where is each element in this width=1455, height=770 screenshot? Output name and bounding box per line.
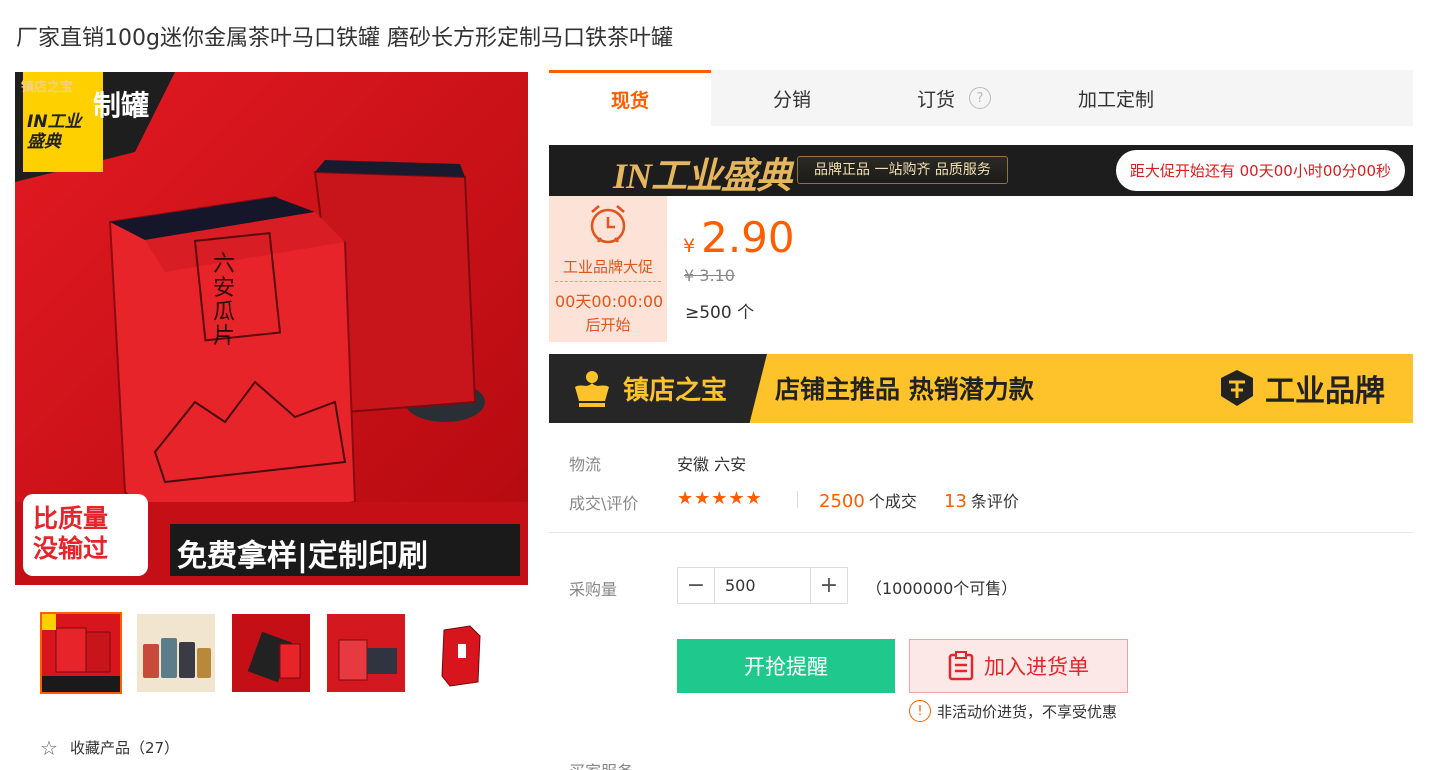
crown-icon	[575, 370, 609, 407]
tab-label: 加工定制	[1077, 88, 1154, 111]
promo-countdown: 距大促开始还有 00天00小时00分00秒	[1115, 150, 1405, 191]
industry-brand: 工业品牌	[1217, 366, 1385, 410]
alarm-clock-icon	[549, 200, 667, 252]
star-outline-icon: ☆	[40, 735, 58, 760]
store-tag-label: 镇店之宝	[21, 80, 74, 95]
thumbnail-image	[137, 614, 215, 692]
thumbnail-image	[327, 614, 405, 692]
corner-label: 制罐	[93, 89, 150, 122]
thumbnail-4[interactable]	[325, 612, 407, 694]
tab-label: 分销	[772, 88, 811, 111]
thumbnail-list	[40, 612, 502, 694]
store-banner-left: 镇店之宝	[549, 354, 767, 423]
favorite-button[interactable]: ☆ 收藏产品（27）	[40, 737, 179, 758]
notice-text: 非活动价进货，不享受优惠	[937, 702, 1118, 721]
reviews-number: 13	[944, 491, 967, 512]
tab-distribution[interactable]: 分销	[711, 70, 873, 126]
tab-customize[interactable]: 加工定制	[1035, 70, 1197, 126]
tab-label: 订货	[916, 88, 955, 111]
decrease-button[interactable]: −	[678, 568, 714, 603]
quantity-label: 采购量	[569, 580, 618, 599]
deals-number: 2500	[819, 491, 865, 512]
bottom-slogan: 免费拿样|定制印刷	[177, 539, 428, 574]
can-label: 六安瓜片	[213, 251, 236, 348]
brand-label: 工业品牌	[1265, 374, 1385, 409]
warning-icon: !	[909, 700, 931, 722]
thumbnail-image	[42, 614, 120, 692]
price-notice: ! 非活动价进货，不享受优惠	[909, 700, 1117, 722]
remind-button[interactable]: 开抢提醒	[677, 639, 895, 693]
help-icon[interactable]: ?	[969, 87, 991, 109]
quantity-stepper: − +	[677, 567, 848, 604]
rating-stars: ★★★★★	[677, 488, 763, 509]
reviews-count[interactable]: 13 条评价	[944, 488, 1019, 512]
min-quantity: ≥500 个	[685, 303, 755, 323]
buyer-services-label: 买家服务	[569, 758, 633, 770]
increase-button[interactable]: +	[811, 568, 847, 603]
logistics-value: 安徽 六安	[677, 455, 747, 474]
store-banner[interactable]: 镇店之宝 店铺主推品 热销潜力款 工业品牌	[549, 354, 1413, 423]
product-title: 厂家直销100g迷你金属茶叶马口铁罐 磨砂长方形定制马口铁茶叶罐	[16, 26, 673, 51]
deals-suffix: 个成交	[868, 492, 917, 511]
tab-order[interactable]: 订货?	[873, 70, 1035, 126]
quality-badge-line2: 没输过	[33, 534, 109, 563]
currency-symbol: ¥	[683, 235, 696, 257]
badge-after: 后开始	[585, 316, 631, 334]
thumbnail-3[interactable]	[230, 612, 312, 694]
available-stock: （1000000个可售）	[866, 579, 1018, 598]
thumbnail-2[interactable]	[135, 612, 217, 694]
badge-timer: 00天00:00:00	[555, 281, 663, 312]
promo-banner[interactable]: IN工业盛典 品牌正品 一站购齐 品质服务 距大促开始还有 00天00小时00分…	[549, 145, 1413, 196]
thumbnail-1[interactable]	[40, 612, 122, 694]
thumbnail-image	[422, 614, 500, 692]
promo-price-badge: 工业品牌大促 00天00:00:00 后开始	[549, 196, 667, 342]
tab-label: 现货	[610, 90, 649, 112]
add-to-cart-button[interactable]: 加入进货单	[909, 639, 1128, 693]
current-price: ¥ 2.90	[683, 213, 795, 262]
promo-slogan: 品牌正品 一站购齐 品质服务	[797, 156, 1008, 184]
store-name: 镇店之宝	[623, 376, 728, 406]
favorite-label: 收藏产品（27）	[69, 739, 180, 757]
brand-shield-icon	[1221, 370, 1253, 406]
promo-logo: IN工业盛典	[613, 156, 792, 196]
deals-count[interactable]: 2500 个成交	[819, 488, 917, 512]
tab-spot[interactable]: 现货	[549, 70, 711, 126]
section-divider	[549, 532, 1413, 533]
logistics-label: 物流	[569, 455, 602, 474]
quality-badge: 比质量 没输过	[33, 504, 108, 564]
badge-title: 工业品牌大促	[562, 258, 653, 276]
remind-button-label: 开抢提醒	[744, 655, 828, 679]
original-price: ¥ 3.10	[684, 266, 735, 285]
purchase-mode-tabs: 现货 分销 订货? 加工定制	[549, 70, 1413, 126]
quantity-input[interactable]	[714, 568, 811, 603]
divider-vertical	[797, 491, 798, 508]
thumbnail-image	[232, 614, 310, 692]
reviews-suffix: 条评价	[970, 492, 1019, 511]
event-logo: IN工业盛典	[27, 112, 82, 152]
quality-badge-line1: 比质量	[33, 504, 109, 533]
rating-label: 成交\评价	[569, 494, 639, 513]
thumbnail-5[interactable]	[420, 612, 502, 694]
add-to-cart-label: 加入进货单	[984, 655, 1089, 679]
main-product-image[interactable]: 镇店之宝 制罐 IN工业盛典 六安瓜片 比质量 没输过 免费拿样|定制印刷	[15, 72, 528, 585]
clipboard-icon	[948, 651, 974, 681]
store-tagline: 店铺主推品 热销潜力款	[775, 375, 1034, 404]
price-value: 2.90	[701, 213, 795, 262]
